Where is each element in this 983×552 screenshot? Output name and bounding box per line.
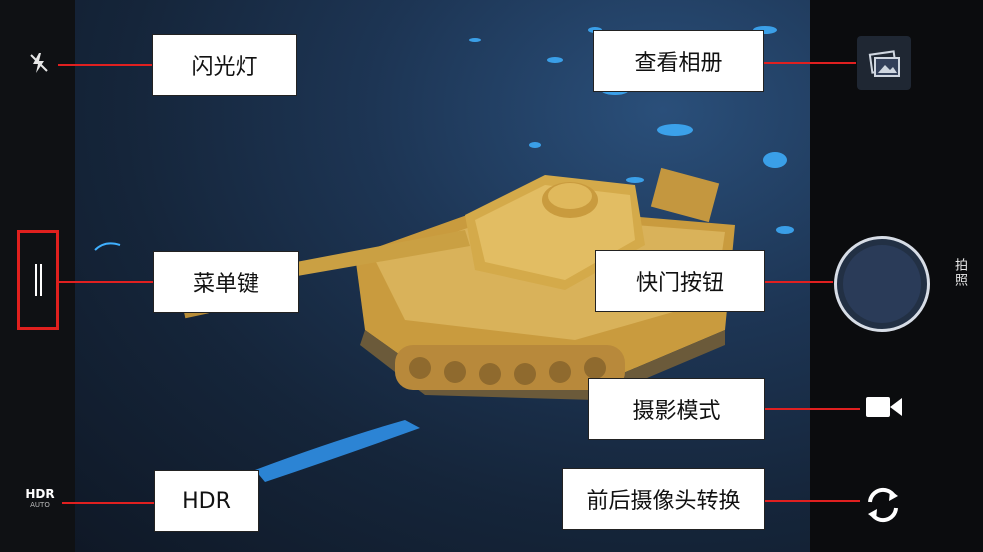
menu-callout-line <box>59 281 153 283</box>
hdr-sub-label: AUTO <box>30 501 50 509</box>
flash-button[interactable] <box>26 50 52 76</box>
mode-callout: 摄影模式 <box>588 378 765 440</box>
menu-icon <box>35 264 42 296</box>
hdr-callout-line <box>62 502 154 504</box>
flash-callout: 闪光灯 <box>152 34 297 96</box>
hdr-callout: HDR <box>154 470 259 532</box>
gallery-callout-line <box>764 62 856 64</box>
flash-off-icon <box>30 53 48 73</box>
gallery-icon <box>868 50 900 77</box>
mode-callout-line <box>765 408 860 410</box>
shutter-callout-line <box>765 281 833 283</box>
shutter-button[interactable] <box>834 236 930 332</box>
switch-camera-button[interactable] <box>860 482 906 528</box>
shutter-callout: 快门按钮 <box>595 250 765 312</box>
hdr-button[interactable]: HDR AUTO <box>18 488 62 510</box>
flash-callout-line <box>58 64 152 66</box>
hdr-label: HDR <box>25 487 55 501</box>
shutter-inner <box>843 245 921 323</box>
gallery-button[interactable] <box>857 36 911 90</box>
menu-callout: 菜单键 <box>153 251 299 313</box>
video-mode-button[interactable] <box>864 393 904 421</box>
switch-callout-line <box>765 500 860 502</box>
switch-callout: 前后摄像头转换 <box>562 468 765 530</box>
video-camera-icon <box>866 397 902 417</box>
switch-camera-icon <box>868 487 898 523</box>
capture-mode-label[interactable]: 拍照 <box>950 258 969 288</box>
gallery-callout: 查看相册 <box>593 30 764 92</box>
menu-button[interactable] <box>30 262 46 298</box>
